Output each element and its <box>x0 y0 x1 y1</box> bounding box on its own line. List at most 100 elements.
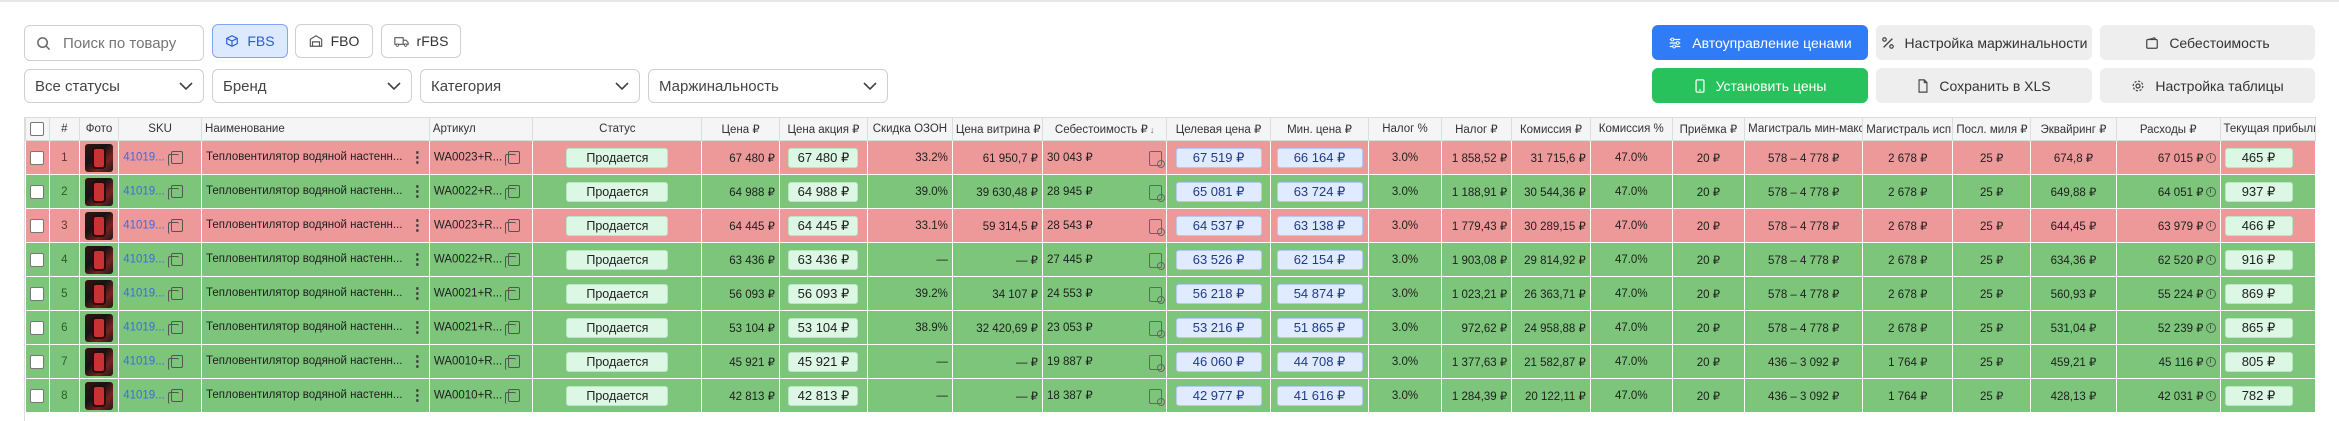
sku-link[interactable]: 41019... <box>123 220 165 232</box>
sort-down-icon[interactable]: ↓ <box>1150 125 1155 135</box>
sku-cell[interactable]: 41019... <box>118 310 203 345</box>
more-vertical-icon[interactable]: ⋮ <box>410 150 425 165</box>
more-vertical-icon[interactable]: ⋮ <box>410 252 425 267</box>
copy-icon[interactable] <box>505 321 521 336</box>
row-checkbox[interactable] <box>30 286 45 301</box>
copy-icon[interactable] <box>505 219 521 234</box>
table-settings-button[interactable]: Настройка таблицы <box>2100 68 2315 103</box>
sku-cell[interactable]: 41019... <box>118 140 203 175</box>
min-price-field[interactable]: 51 865 ₽ <box>1276 317 1363 338</box>
min-price-field[interactable]: 44 708 ₽ <box>1276 351 1363 372</box>
promo-price-field[interactable]: 64 445 ₽ <box>788 215 859 236</box>
sku-cell[interactable]: 41019... <box>118 276 203 311</box>
margin-filter-select[interactable]: Маржинальность <box>648 69 888 103</box>
row-checkbox[interactable] <box>30 320 45 335</box>
more-vertical-icon[interactable]: ⋮ <box>410 286 425 301</box>
status-badge[interactable]: Продается <box>566 317 669 338</box>
row-select-cell[interactable] <box>25 310 50 345</box>
table-row[interactable]: 5 41019... Тепловентилятор водяной настенн… <box>25 276 2316 311</box>
copy-icon[interactable] <box>167 219 183 234</box>
brand-filter-select[interactable]: Бренд <box>212 69 412 103</box>
target-price-field[interactable]: 56 218 ₽ <box>1175 283 1262 304</box>
header-price[interactable]: Цена ₽ <box>701 117 780 141</box>
header-status[interactable]: Статус <box>532 117 703 141</box>
copy-icon[interactable] <box>167 151 183 166</box>
info-icon[interactable]: i <box>2205 221 2216 232</box>
header-cost[interactable]: Себестоимость ₽ ↓ <box>1041 117 1168 141</box>
copy-icon[interactable] <box>505 253 521 268</box>
copy-icon[interactable] <box>167 185 183 200</box>
promo-price-field[interactable]: 42 813 ₽ <box>788 385 859 406</box>
copy-icon[interactable] <box>505 355 521 370</box>
table-row[interactable]: 7 41019... Тепловентилятор водяной настенн… <box>25 344 2316 379</box>
status-badge[interactable]: Продается <box>566 147 669 168</box>
cost-edit-icon[interactable] <box>1149 184 1166 202</box>
cost-edit-icon[interactable] <box>1149 150 1166 168</box>
cost-edit-icon[interactable] <box>1149 388 1166 406</box>
sku-link[interactable]: 41019... <box>123 356 165 368</box>
info-icon[interactable]: i <box>2205 187 2216 198</box>
row-select-cell[interactable] <box>25 174 50 209</box>
promo-price-field[interactable]: 67 480 ₽ <box>788 147 859 168</box>
min-price-field[interactable]: 63 724 ₽ <box>1276 181 1363 202</box>
copy-icon[interactable] <box>167 253 183 268</box>
copy-icon[interactable] <box>167 355 183 370</box>
row-checkbox[interactable] <box>30 150 45 165</box>
row-select-cell[interactable] <box>25 208 50 243</box>
promo-price-field[interactable]: 45 921 ₽ <box>788 351 859 372</box>
info-icon[interactable]: i <box>2205 357 2216 368</box>
more-vertical-icon[interactable]: ⋮ <box>410 354 425 369</box>
target-price-field[interactable]: 64 537 ₽ <box>1175 215 1262 236</box>
product-photo[interactable] <box>85 381 114 410</box>
header-promo-price[interactable]: Цена акция ₽ <box>778 117 868 141</box>
channel-fbo-button[interactable]: FBO <box>295 24 373 58</box>
header-commission[interactable]: Комиссия ₽ <box>1511 117 1591 141</box>
copy-icon[interactable] <box>505 389 521 404</box>
target-price-field[interactable]: 46 060 ₽ <box>1175 351 1262 372</box>
header-receiving[interactable]: Приёмка ₽ <box>1671 117 1746 141</box>
header-commission-percent[interactable]: Комиссия % <box>1589 117 1673 141</box>
row-select-cell[interactable] <box>25 378 50 413</box>
header-expenses[interactable]: Расходы ₽ <box>2115 117 2221 141</box>
more-vertical-icon[interactable]: ⋮ <box>410 218 425 233</box>
save-xls-button[interactable]: Сохранить в XLS <box>1876 68 2092 103</box>
min-price-field[interactable]: 63 138 ₽ <box>1276 215 1363 236</box>
set-prices-button[interactable]: Установить цены <box>1652 68 1868 103</box>
sku-link[interactable]: 41019... <box>123 152 165 164</box>
channel-rfbs-button[interactable]: rFBS <box>381 24 461 58</box>
product-photo-cell[interactable] <box>78 242 120 277</box>
copy-icon[interactable] <box>167 389 183 404</box>
product-photo-cell[interactable] <box>78 276 120 311</box>
header-tax-percent[interactable]: Налог % <box>1368 117 1442 141</box>
auto-prices-button[interactable]: Автоуправление ценами <box>1652 25 1868 60</box>
row-checkbox[interactable] <box>30 218 45 233</box>
margin-settings-button[interactable]: Настройка маржинальности <box>1876 25 2092 60</box>
header-acquiring[interactable]: Эквайринг ₽ <box>2029 117 2117 141</box>
product-photo[interactable] <box>85 245 114 274</box>
status-badge[interactable]: Продается <box>566 351 669 372</box>
table-row[interactable]: 6 41019... Тепловентилятор водяной настенн… <box>25 310 2316 345</box>
min-price-field[interactable]: 54 874 ₽ <box>1276 283 1363 304</box>
product-photo-cell[interactable] <box>78 310 120 345</box>
table-row[interactable]: 1 41019... Тепловентилятор водяной настенн… <box>25 140 2316 175</box>
min-price-field[interactable]: 66 164 ₽ <box>1276 147 1363 168</box>
header-article[interactable]: Артикул <box>428 117 534 141</box>
status-badge[interactable]: Продается <box>566 385 669 406</box>
sku-cell[interactable]: 41019... <box>118 378 203 413</box>
sku-link[interactable]: 41019... <box>123 322 165 334</box>
copy-icon[interactable] <box>167 321 183 336</box>
row-checkbox[interactable] <box>30 354 45 369</box>
cost-edit-icon[interactable] <box>1149 354 1166 372</box>
status-badge[interactable]: Продается <box>566 181 669 202</box>
cost-button[interactable]: Себестоимость <box>2100 25 2315 60</box>
table-row[interactable]: 2 41019... Тепловентилятор водяной настенн… <box>25 174 2316 209</box>
category-filter-select[interactable]: Категория <box>420 69 640 103</box>
copy-icon[interactable] <box>167 287 183 302</box>
promo-price-field[interactable]: 56 093 ₽ <box>788 283 859 304</box>
select-all-checkbox[interactable] <box>30 122 45 136</box>
copy-icon[interactable] <box>505 287 521 302</box>
min-price-field[interactable]: 41 616 ₽ <box>1276 385 1363 406</box>
target-price-field[interactable]: 67 519 ₽ <box>1175 147 1262 168</box>
info-icon[interactable]: i <box>2205 153 2216 164</box>
sku-link[interactable]: 41019... <box>123 390 165 402</box>
